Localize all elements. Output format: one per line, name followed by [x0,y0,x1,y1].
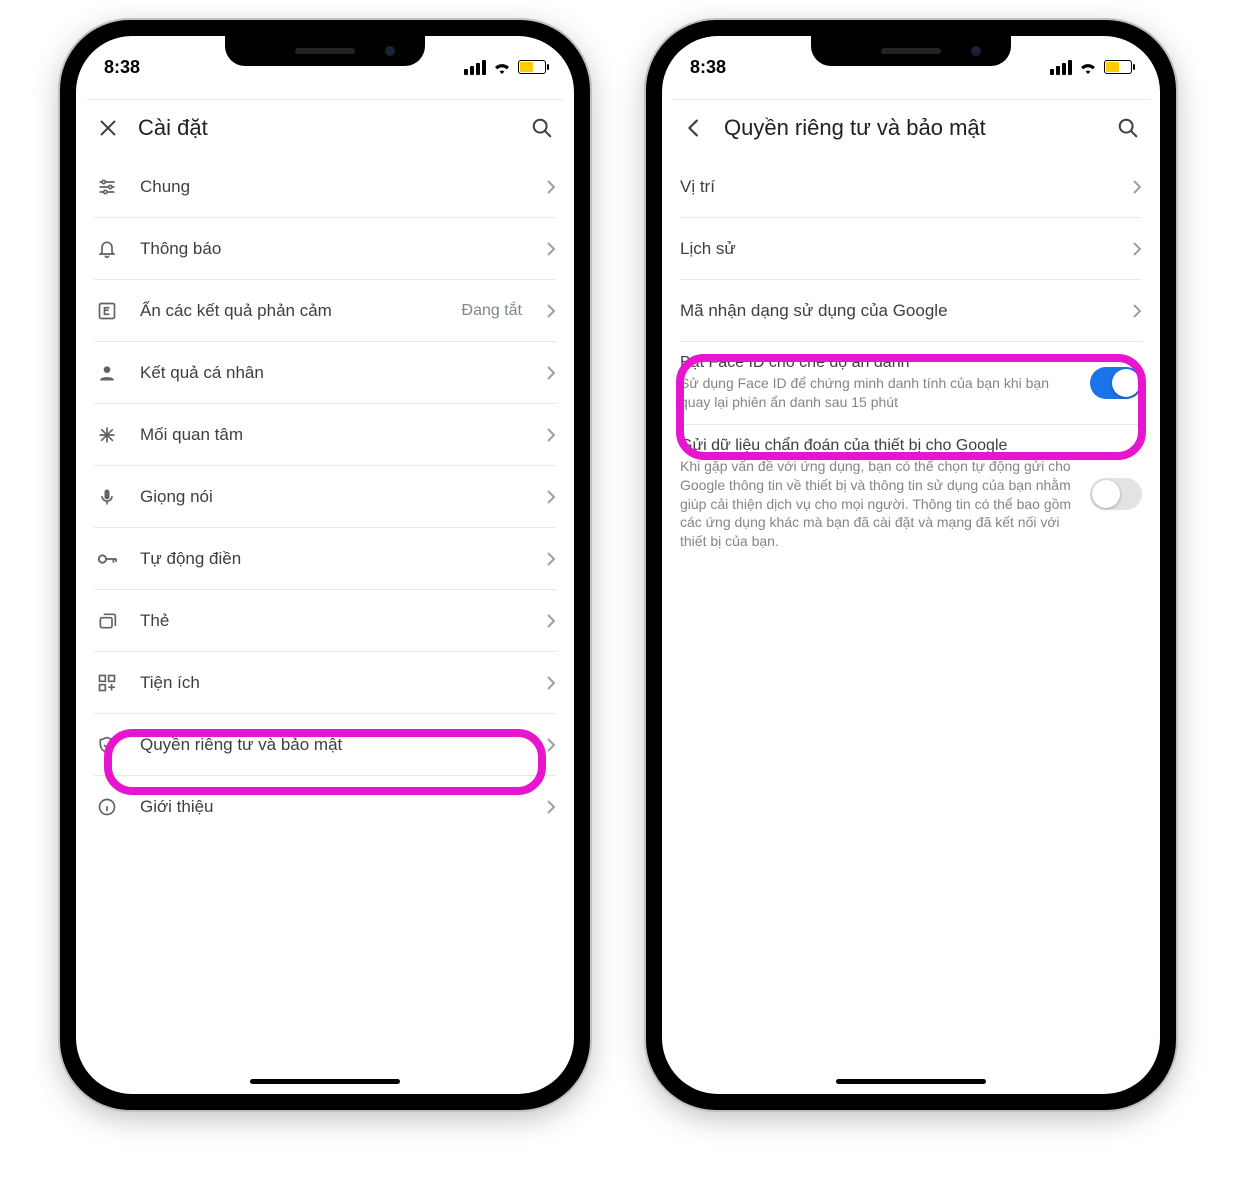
battery-icon [518,60,546,74]
toggle-title: Gửi dữ liệu chẩn đoán của thiết bị cho G… [680,437,1076,455]
row-label: Chung [140,177,526,197]
status-time: 8:38 [104,57,140,78]
asterisk-icon [94,425,120,445]
sheet-top-edge [672,92,1150,100]
chevron-right-icon [546,241,556,257]
cellular-icon [1050,60,1072,75]
wifi-icon [1078,60,1098,74]
switch-off-icon[interactable] [1090,478,1142,510]
row-tabs[interactable]: Thẻ [94,590,556,652]
row-location[interactable]: Vị trí [680,156,1142,218]
chevron-right-icon [546,675,556,691]
row-google-usage-id[interactable]: Mã nhận dạng sử dụng của Google [680,280,1142,342]
toggle-subtitle: Khi gặp vấn đề với ứng dụng, bạn có thể … [680,457,1076,551]
row-label: Ẩn các kết quả phản cảm [140,301,442,321]
chevron-right-icon [546,427,556,443]
chevron-right-icon [546,179,556,195]
chevron-right-icon [546,613,556,629]
app-header: Cài đặt [76,100,574,156]
search-icon[interactable] [528,114,556,142]
chevron-right-icon [546,551,556,567]
chevron-right-icon [546,799,556,815]
row-label: Mã nhận dạng sử dụng của Google [680,301,1132,321]
row-history[interactable]: Lịch sử [680,218,1142,280]
row-about[interactable]: Giới thiệu [94,776,556,838]
cellular-icon [464,60,486,75]
row-label: Giọng nói [140,487,526,507]
chevron-right-icon [1132,241,1142,257]
toggle-diagnostics[interactable]: Gửi dữ liệu chẩn đoán của thiết bị cho G… [680,425,1142,563]
row-widgets[interactable]: Tiện ích [94,652,556,714]
page-title: Cài đặt [138,115,512,141]
row-autofill[interactable]: Tự động điền [94,528,556,590]
home-indicator[interactable] [250,1079,400,1084]
chevron-right-icon [546,365,556,381]
row-label: Thông báo [140,239,526,259]
battery-icon [1104,60,1132,74]
chevron-right-icon [546,489,556,505]
switch-on-icon[interactable] [1090,367,1142,399]
phone-mock-1: 8:38 Cài đặt Chung [60,20,590,1110]
row-general[interactable]: Chung [94,156,556,218]
row-label: Tiện ích [140,673,526,693]
row-label: Lịch sử [680,239,1132,259]
app-header: Quyền riêng tư và bảo mật [662,100,1160,156]
widgets-icon [94,673,120,693]
home-indicator[interactable] [836,1079,986,1084]
sheet-top-edge [86,92,564,100]
toggle-subtitle: Sử dụng Face ID để chứng minh danh tính … [680,374,1076,412]
row-label: Vị trí [680,177,1132,197]
row-notifications[interactable]: Thông báo [94,218,556,280]
row-label: Thẻ [140,611,526,631]
bell-icon [94,239,120,259]
wifi-icon [492,60,512,74]
row-label: Quyền riêng tư và bảo mật [140,735,526,755]
status-time: 8:38 [690,57,726,78]
tune-icon [94,177,120,197]
toggle-faceid-incognito[interactable]: Bật Face ID cho chế độ ẩn danh Sử dụng F… [680,342,1142,425]
shield-icon [94,735,120,755]
info-icon [94,797,120,817]
back-icon[interactable] [680,114,708,142]
toggle-title: Bật Face ID cho chế độ ẩn danh [680,354,1076,372]
phone-mock-2: 8:38 Quyền riêng tư và bảo mật Vị trí [646,20,1176,1110]
row-label: Mối quan tâm [140,425,526,445]
row-label: Tự động điền [140,549,526,569]
settings-list: Chung Thông báo Ẩn các kết quả phản cảm … [76,156,574,838]
row-privacy-security[interactable]: Quyền riêng tư và bảo mật [94,714,556,776]
cards-icon [94,611,120,631]
person-icon [94,363,120,383]
chevron-right-icon [1132,303,1142,319]
chevron-right-icon [1132,179,1142,195]
row-personal-results[interactable]: Kết quả cá nhân [94,342,556,404]
close-icon[interactable] [94,114,122,142]
row-safesearch[interactable]: Ẩn các kết quả phản cảm Đang tắt [94,280,556,342]
row-interests[interactable]: Mối quan tâm [94,404,556,466]
notch [811,36,1011,66]
mic-icon [94,487,120,507]
row-value: Đang tắt [462,302,522,320]
privacy-list: Vị trí Lịch sử Mã nhận dạng sử dụng của … [662,156,1160,563]
row-label: Kết quả cá nhân [140,363,526,383]
notch [225,36,425,66]
chevron-right-icon [546,737,556,753]
row-label: Giới thiệu [140,797,526,817]
search-icon[interactable] [1114,114,1142,142]
chevron-right-icon [546,303,556,319]
key-icon [94,549,120,569]
explicit-icon [94,301,120,321]
row-voice[interactable]: Giọng nói [94,466,556,528]
page-title: Quyền riêng tư và bảo mật [724,115,1098,141]
